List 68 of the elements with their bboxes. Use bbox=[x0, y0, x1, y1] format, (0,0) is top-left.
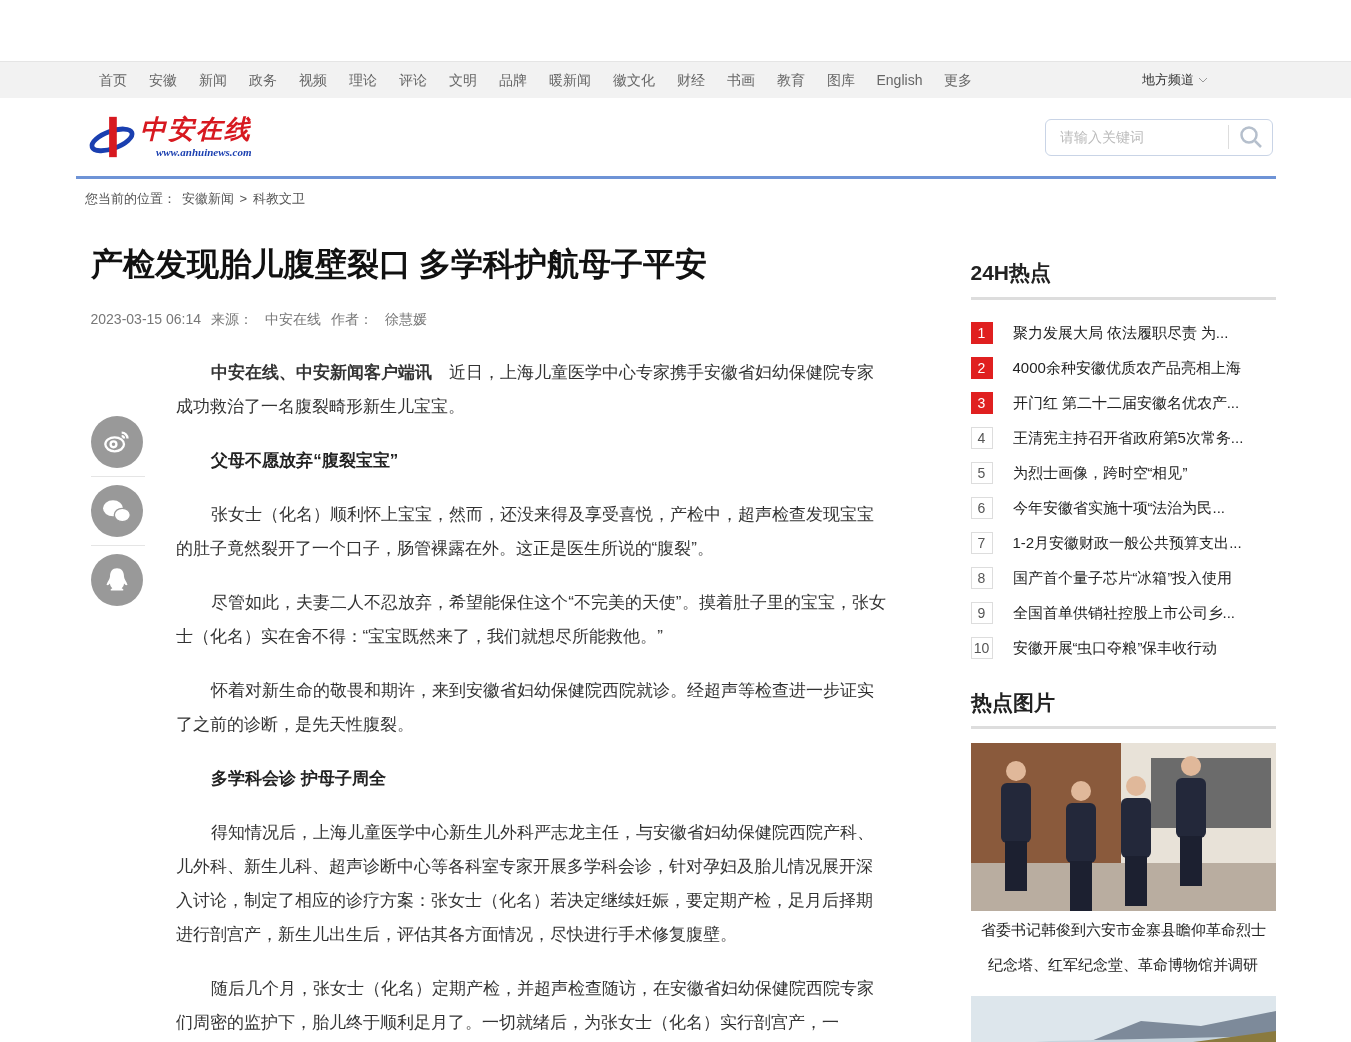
nav-link[interactable]: 财经 bbox=[676, 69, 705, 91]
author-label: 作者： bbox=[331, 310, 374, 329]
hot-news-item[interactable]: 6 今年安徽省实施十项“法治为民... bbox=[970, 496, 1276, 519]
breadcrumb-separator: > bbox=[239, 190, 248, 209]
rank-number: 1 bbox=[970, 321, 993, 344]
hot-news-item[interactable]: 4 王清宪主持召开省政府第5次常务... bbox=[970, 426, 1276, 449]
hot-news-item[interactable]: 9 全国首单供销社控股上市公司乡... bbox=[970, 601, 1276, 624]
rank-number: 9 bbox=[970, 601, 993, 624]
site-logo[interactable]: 中安在线 www.anhuinews.com bbox=[87, 112, 252, 162]
hot-news-item[interactable]: 3 开门红 第二十二届安徽名优农产... bbox=[970, 391, 1276, 414]
nav-link[interactable]: 文明 bbox=[448, 69, 477, 91]
article-paragraph: 中安在线、中安新闻客户端讯 近日，上海儿童医学中心专家携手安徽省妇幼保健院专家成功救治了一名腹裂畸形新生儿宝宝。 bbox=[175, 362, 876, 418]
nav-link[interactable]: 视频 bbox=[298, 69, 327, 91]
share-button[interactable] bbox=[90, 416, 143, 468]
hot-news-item[interactable]: 1 聚力发展大局 依法履职尽责 为... bbox=[970, 321, 1276, 344]
nav-link[interactable]: 评论 bbox=[398, 69, 427, 91]
picture-caption[interactable]: 省委书记韩俊到六安市金寨县瞻仰革命烈士纪念塔、红军纪念堂、革命博物馆并调研 bbox=[970, 912, 1276, 982]
nav-link[interactable]: 理论 bbox=[348, 69, 377, 91]
nav-link[interactable]: 安徽 bbox=[148, 69, 177, 91]
nav-link[interactable]: 更多 bbox=[944, 69, 973, 91]
nav-link[interactable]: 新闻 bbox=[198, 69, 227, 91]
nav-link[interactable]: 图库 bbox=[826, 69, 855, 91]
breadcrumb-link[interactable]: 安徽新闻 bbox=[181, 189, 234, 209]
share-button[interactable] bbox=[90, 554, 143, 606]
section-title: 热点图片 bbox=[970, 686, 1276, 729]
article-paragraph: 怀着对新生命的敬畏和期许，来到安徽省妇幼保健院西院就诊。经超声等检查进一步证实了之前的诊断，是先天性腹裂。 bbox=[175, 680, 876, 736]
rank-number: 10 bbox=[970, 636, 993, 659]
chevron-icon bbox=[1197, 77, 1208, 83]
hot-news-item[interactable]: 7 1-2月安徽财政一般公共预算支出... bbox=[970, 531, 1276, 554]
article-paragraph: 随后几个月，张女士（化名）定期产检，并超声检查随访，在安徽省妇幼保健院西院专家们周密的监护下，胎儿终于顺利足月了。一切就绪后，为张女士（化名）实行剖宫产，一 bbox=[175, 978, 876, 1034]
rank-number: 4 bbox=[970, 426, 993, 449]
share-button[interactable] bbox=[90, 485, 143, 537]
hot-news-item[interactable]: 2 4000余种安徽优质农产品亮相上海 bbox=[970, 356, 1276, 379]
article-paragraph: 得知情况后，上海儿童医学中心新生儿外科严志龙主任，与安徽省妇幼保健院西院产科、儿外科、新生儿科、超声诊断中心等各科室专家开展多学科会诊，针对孕妇及胎儿情况展开深入讨论，制定了相应的诊疗方案：张女士（化名）若决定继续妊娠，要定期产检，足月后择期进行剖宫产，新生儿出生后，评估其各方面情况，尽快进行手术修复腹壁。 bbox=[175, 822, 876, 946]
rank-number: 3 bbox=[970, 391, 993, 414]
rank-number: 7 bbox=[970, 531, 993, 554]
nav-link[interactable]: English bbox=[876, 69, 923, 91]
article-date: 2023-03-15 06:14 bbox=[90, 310, 202, 329]
logo-text: 中安在线 bbox=[139, 113, 252, 144]
rank-number: 2 bbox=[970, 356, 993, 379]
nav-link[interactable]: 徽文化 bbox=[612, 69, 655, 91]
nav-link[interactable]: 品牌 bbox=[498, 69, 527, 91]
hot-news-item[interactable]: 5 为烈士画像，跨时空“相见” bbox=[970, 461, 1276, 484]
rank-number: 6 bbox=[970, 496, 993, 519]
section-heading: 父母不愿放弃“腹裂宝宝” bbox=[210, 450, 400, 472]
search-field[interactable]: 请输入关键词 bbox=[1044, 118, 1273, 156]
rank-number: 8 bbox=[970, 566, 993, 589]
hot-news-item[interactable]: 8 国产首个量子芯片“冰箱”投入使用 bbox=[970, 566, 1276, 589]
local-channel-dropdown[interactable]: 地方频道 bbox=[1141, 70, 1208, 90]
rank-number: 5 bbox=[970, 461, 993, 484]
section-heading: 多学科会诊 护母子周全 bbox=[210, 768, 387, 790]
article-paragraph: 张女士（化名）顺利怀上宝宝，然而，还没来得及享受喜悦，产检中，超声检查发现宝宝的肚子竟然裂开了一个口子，肠管裸露在外。这正是医生所说的“腹裂”。 bbox=[175, 504, 876, 560]
hot-news-item[interactable]: 10 安徽开展“虫口夺粮”保丰收行动 bbox=[970, 636, 1276, 659]
article-paragraph: 尽管如此，夫妻二人不忍放弃，希望能保住这个“不完美的天使”。摸着肚子里的宝宝，张女士（化名）实在舍不得：“宝宝既然来了，我们就想尽所能救他。” bbox=[175, 592, 887, 648]
nav-link[interactable]: 政务 bbox=[248, 69, 277, 91]
nav-link[interactable]: 首页 bbox=[98, 69, 127, 91]
nav-link[interactable]: 暖新闻 bbox=[548, 69, 591, 91]
article-source: 中安在线 bbox=[265, 310, 322, 329]
breadcrumb-link[interactable]: 科教文卫 bbox=[253, 189, 306, 209]
source-label: 来源： bbox=[211, 310, 254, 329]
nav-link[interactable]: 教育 bbox=[776, 69, 805, 91]
article-title: 产检发现胎儿腹壁裂口 多学科护航母子平安 bbox=[90, 245, 709, 284]
search-icon[interactable] bbox=[1238, 124, 1263, 149]
breadcrumb-label: 您当前的位置： bbox=[84, 190, 176, 209]
nav-link[interactable]: 书画 bbox=[726, 69, 755, 91]
logo-url: www.anhuinews.com bbox=[155, 144, 252, 160]
article-author: 徐慧媛 bbox=[385, 310, 428, 329]
section-title: 24H热点 bbox=[970, 257, 1276, 300]
